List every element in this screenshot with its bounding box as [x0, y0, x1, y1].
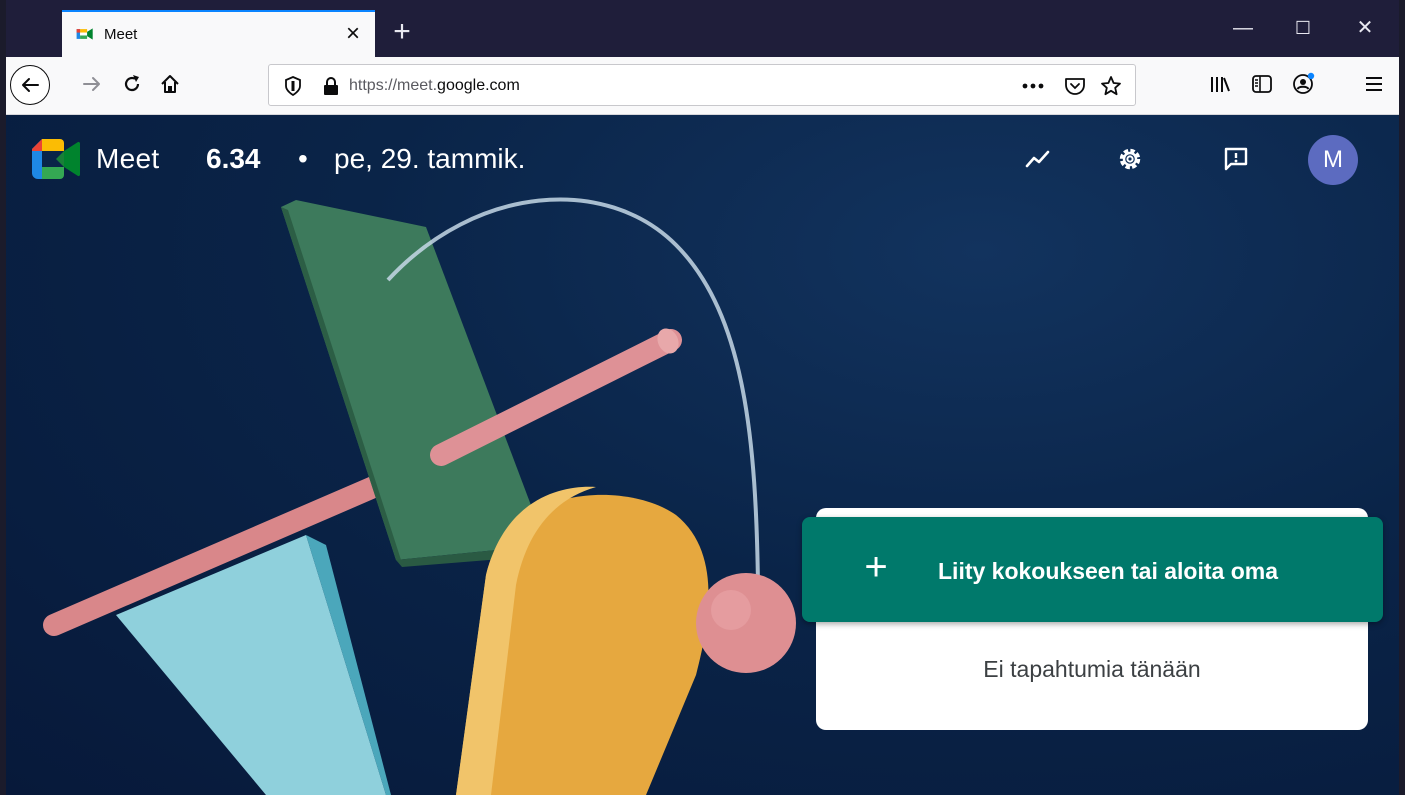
maximize-button[interactable]: ☐: [1278, 10, 1328, 46]
feedback-icon: [1224, 147, 1248, 171]
lock-icon: [324, 77, 338, 95]
meet-logo-icon: [32, 139, 80, 179]
url-domain: google.com: [437, 77, 520, 94]
current-date: pe, 29. tammik.: [334, 143, 526, 174]
reload-icon: [124, 75, 140, 92]
more-dots-icon: [1022, 83, 1044, 89]
back-button[interactable]: [10, 65, 50, 105]
hero-illustration: [43, 197, 796, 795]
home-icon: [161, 75, 179, 93]
tracking-shield-icon: [285, 76, 301, 96]
tab-strip: Meet × + — ☐ ✕: [6, 0, 1399, 57]
feedback-button[interactable]: [1212, 135, 1260, 183]
library-button[interactable]: [1202, 66, 1238, 102]
tab-title: Meet: [104, 26, 138, 43]
site-info-button[interactable]: [313, 68, 349, 104]
join-button-label: Liity kokoukseen tai aloita oma: [938, 558, 1278, 584]
settings-button[interactable]: [1106, 135, 1154, 183]
activity-button[interactable]: [1014, 135, 1062, 183]
current-time: 6.34: [206, 143, 261, 174]
navigation-toolbar: https://meet.google.com: [6, 57, 1399, 115]
url-text[interactable]: https://meet.google.com: [349, 77, 520, 95]
sidebar-icon: [1252, 75, 1272, 93]
reload-button[interactable]: [114, 66, 150, 102]
star-icon: [1101, 76, 1121, 96]
meet-brand-label: Meet: [96, 143, 160, 174]
pocket-icon: [1065, 78, 1085, 95]
library-icon: [1211, 77, 1230, 92]
account-avatar[interactable]: M: [1308, 135, 1358, 185]
tracking-protection-button[interactable]: [275, 68, 311, 104]
home-button[interactable]: [152, 66, 188, 102]
menu-icon: [1366, 77, 1382, 91]
back-arrow-icon: [22, 78, 39, 92]
tab-close-icon[interactable]: ×: [339, 20, 367, 48]
new-tab-button[interactable]: +: [382, 14, 422, 54]
account-icon: [1293, 72, 1315, 94]
app-menu-button[interactable]: [1356, 66, 1392, 102]
account-button[interactable]: [1286, 66, 1322, 102]
meet-page: Meet 6.34 • pe, 29. tammik. M + Liity ko…: [6, 115, 1399, 795]
tab-meet[interactable]: Meet ×: [62, 10, 375, 57]
settings-gear-icon: [1119, 148, 1141, 170]
join-or-start-meeting-button[interactable]: + Liity kokoukseen tai aloita oma: [802, 517, 1383, 622]
forward-arrow-icon: [83, 77, 100, 91]
activity-icon: [1025, 150, 1050, 168]
plus-icon: +: [864, 545, 888, 589]
no-events-message: Ei tapahtumia tänään: [983, 656, 1201, 682]
browser-window: Meet × + — ☐ ✕ https://meet.google.com M…: [0, 0, 1405, 795]
page-actions-button[interactable]: [1015, 68, 1051, 104]
meet-header: Meet 6.34 • pe, 29. tammik. M: [6, 115, 1399, 203]
minimize-button[interactable]: —: [1218, 10, 1268, 46]
forward-button[interactable]: [74, 66, 110, 102]
sidebar-button[interactable]: [1244, 66, 1280, 102]
bookmark-button[interactable]: [1093, 68, 1129, 104]
time-date-separator: •: [298, 143, 308, 174]
address-bar[interactable]: https://meet.google.com: [268, 64, 1136, 106]
pocket-button[interactable]: [1057, 68, 1093, 104]
window-close-button[interactable]: ✕: [1340, 10, 1390, 46]
url-prefix: https://meet.: [349, 77, 438, 94]
meet-favicon-icon: [76, 28, 93, 40]
